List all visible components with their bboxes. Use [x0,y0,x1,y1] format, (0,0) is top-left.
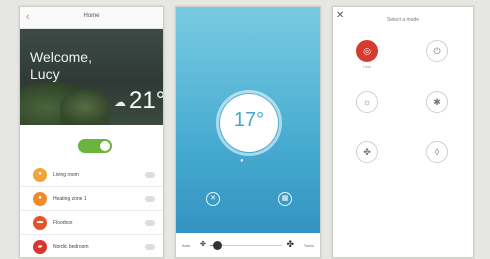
mode-select-screen: ✕ Select a mode ◎ Heat ⏻ ☼ ✱ ✤ ◊ [332,6,474,258]
page-title: Home [83,13,100,19]
page-title: Select a mode [387,17,419,23]
drop-icon: ● [240,158,244,164]
schedule-button[interactable]: ▦ [260,187,310,208]
drop-icon: ◊ [426,141,448,163]
room-name: Heating zone 1 [53,196,87,202]
mode-option-off[interactable]: ⏻ [417,40,457,65]
fan-icon: ✤ [356,141,378,163]
outdoor-temperature: 21° [129,87,163,114]
room-list: ● Living room ● Heating zone 1 ▬ Floorbo… [20,163,163,257]
heat-icon: ◎ [356,40,378,62]
room-name: Floorbox [53,220,73,226]
setpoint-temperature: 17° [233,109,265,131]
welcome-text: Welcome, Lucy [30,49,92,82]
fan-low-icon: ✤ [200,241,206,248]
sun-icon: ☼ [356,91,378,113]
toggle-knob[interactable] [100,141,110,151]
setpoint-dial[interactable]: 17° [220,94,278,152]
thermostat-screen: 17° ● ✕ ▦ Auto ✤ ✤ Turbo [175,6,321,258]
master-power-toggle[interactable] [78,139,112,153]
fan-button[interactable]: ✕ [188,187,238,208]
room-toggle[interactable] [145,220,155,226]
home-topbar: ‹ Home [20,7,163,29]
fan-high-icon: ✤ [286,239,294,249]
room-name: Nordic bedroom [53,244,89,250]
slider-handle[interactable] [212,241,222,250]
mode-option-fan[interactable]: ✤ [347,141,387,166]
floorbox-icon: ▬ [33,216,47,230]
snowflake-icon: ✱ [426,91,448,113]
fan-turbo-label: Turbo [303,243,314,248]
heat-icon: ● [33,192,47,206]
ac-icon: ● [33,168,47,182]
mode-option-sun[interactable]: ☼ [347,91,387,116]
home-screen: ‹ Home Welcome, Lucy ☁ 21° ● Living room… [19,6,164,258]
plant-image [60,89,110,125]
list-item[interactable]: ▰ Nordic bedroom [20,235,163,257]
mode-option-dry[interactable]: ◊ [417,141,457,166]
welcome-banner: Welcome, Lucy ☁ 21° [20,29,163,125]
cloud-sun-icon: ☁ [114,95,126,109]
room-toggle[interactable] [145,244,155,250]
room-name: Living room [53,172,79,178]
room-toggle[interactable] [145,172,155,178]
mode-option-cool[interactable]: ✱ [417,91,457,116]
list-item[interactable]: ● Living room [20,163,163,187]
mode-option-heat[interactable]: ◎ Heat [347,40,387,69]
room-toggle[interactable] [145,196,155,202]
fan-auto-label: Auto [182,243,191,248]
power-icon: ⏻ [426,40,448,62]
bed-icon: ▰ [33,240,47,254]
fan-speed-bar: Auto ✤ ✤ Turbo [176,233,320,257]
list-item[interactable]: ● Heating zone 1 [20,187,163,211]
list-item[interactable]: ▬ Floorbox [20,211,163,235]
calendar-icon: ▦ [278,192,292,206]
fan-icon: ✕ [206,192,220,206]
